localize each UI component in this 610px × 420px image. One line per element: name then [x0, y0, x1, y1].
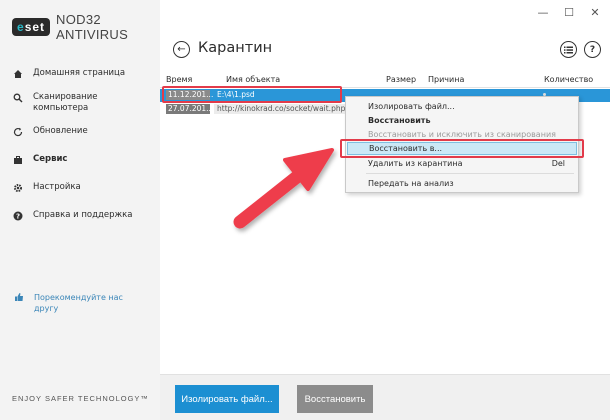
home-icon [12, 68, 24, 80]
menu-item-isolate[interactable]: Изолировать файл... [347, 100, 577, 113]
sidebar-item-label: Справка и поддержка [33, 210, 133, 220]
sidebar-item-label: Настройка [33, 182, 81, 192]
question-icon: ? [589, 44, 596, 55]
menu-item-shortcut: Del [551, 159, 565, 168]
sidebar-item-home[interactable]: Домашняя страница [0, 64, 160, 84]
maximize-button[interactable]: ☐ [560, 6, 578, 19]
briefcase-icon [12, 154, 24, 166]
back-arrow-icon: ← [177, 44, 186, 55]
sidebar-item-label: Обновление [33, 126, 88, 136]
row-date: 27.07.201... [166, 104, 214, 114]
row-object-name: http://kinokrad.co/socket/wait.php [214, 104, 364, 114]
menu-separator [366, 173, 574, 174]
logo-mark: eset [12, 18, 51, 36]
sidebar-item-settings[interactable]: Настройка [0, 178, 160, 198]
help-button[interactable]: ? [584, 41, 601, 58]
menu-item-delete[interactable]: Удалить из карантина Del [347, 157, 577, 170]
list-menu-button[interactable] [560, 41, 577, 58]
sidebar-item-update[interactable]: Обновление [0, 122, 160, 142]
back-button[interactable]: ← [173, 41, 190, 58]
list-icon [564, 46, 573, 53]
thumbs-up-icon [14, 292, 26, 304]
page-title: Карантин [198, 40, 273, 56]
menu-item-restore[interactable]: Восстановить [347, 114, 577, 127]
highlight-selected-row [162, 86, 342, 103]
column-header-name[interactable]: Имя объекта [226, 75, 280, 84]
column-header-reason[interactable]: Причина [428, 75, 464, 84]
menu-item-submit-analysis[interactable]: Передать на анализ [347, 177, 577, 190]
eset-logo: eset NOD32 ANTIVIRUS [12, 12, 160, 42]
sidebar-nav: Домашняя страница Сканирование компьютер… [0, 64, 160, 226]
main-panel: — ☐ ✕ ← Карантин ? Время Имя объекта Раз… [160, 0, 610, 420]
sidebar-item-service[interactable]: Сервис [0, 150, 160, 170]
tagline: ENJOY SAFER TECHNOLOGY™ [12, 394, 149, 403]
recommend-link[interactable]: Порекомендуйте нас другу [14, 292, 154, 314]
sidebar-item-help[interactable]: ? Справка и поддержка [0, 206, 160, 226]
close-button[interactable]: ✕ [586, 6, 604, 19]
search-icon [12, 92, 24, 104]
refresh-icon [12, 126, 24, 138]
column-header-size[interactable]: Размер [386, 75, 416, 84]
gear-icon [12, 182, 24, 194]
recommend-text: Порекомендуйте нас другу [34, 293, 123, 313]
sidebar-item-scan[interactable]: Сканирование компьютера [0, 88, 160, 118]
product-name: NOD32 ANTIVIRUS [56, 12, 129, 42]
sidebar: eset NOD32 ANTIVIRUS Домашняя страница С… [0, 0, 160, 420]
sidebar-item-label: Сервис [33, 154, 68, 164]
menu-item-label: Удалить из карантина [368, 159, 463, 168]
bottom-bar: Изолировать файл... Восстановить [160, 374, 610, 420]
minimize-button[interactable]: — [534, 6, 552, 19]
sidebar-item-label: Сканирование компьютера [33, 92, 98, 113]
column-header-time[interactable]: Время [166, 75, 192, 84]
highlight-restore-to [340, 139, 584, 158]
help-icon: ? [12, 210, 24, 222]
isolate-file-button[interactable]: Изолировать файл... [175, 385, 279, 413]
column-header-count[interactable]: Количество [544, 75, 593, 84]
sidebar-item-label: Домашняя страница [33, 68, 126, 78]
svg-text:?: ? [16, 213, 20, 221]
restore-button[interactable]: Восстановить [297, 385, 373, 413]
